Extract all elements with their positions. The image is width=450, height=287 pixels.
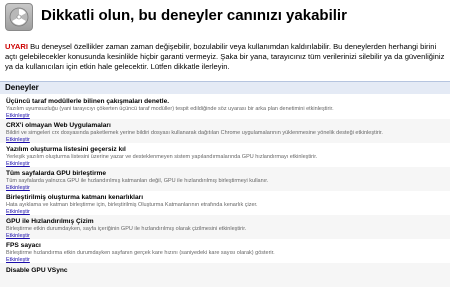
page-header: Dikkatli olun, bu deneyler canınızı yaka… [0, 0, 450, 36]
experiment-description: Birleştirme etkin durumdayken, sayfa içe… [6, 226, 247, 232]
section-title: Deneyler [5, 83, 39, 92]
experiment-item: CRX'i olmayan Web Uygulamaları Bildiri v… [0, 119, 450, 143]
experiment-name: Tüm sayfalarda GPU birleştirme [6, 170, 107, 177]
section-header: Deneyler [0, 81, 450, 94]
radiation-symbol-icon [9, 7, 29, 27]
warning-text: UYARI Bu deneysel özellikler zaman zaman… [5, 42, 449, 72]
experiment-description: Hata ayıklama ve katman birleştirme için… [6, 202, 258, 208]
experiment-name: Üçüncü taraf modüllerle bilinen çakışmal… [6, 98, 170, 105]
experiment-description: Birleştirme hızlandırma etkin durumdayke… [6, 250, 275, 256]
experiment-item: Üçüncü taraf modüllerle bilinen çakışmal… [0, 95, 450, 119]
experiment-name: Birleştirilmiş oluşturma katmanı kenarlı… [6, 194, 144, 201]
experiment-item: GPU ile Hızlandırılmış Çizim Birleştirme… [0, 215, 450, 239]
experiment-description: Yerleşik yazılım oluşturma listesini üze… [6, 154, 318, 160]
experiment-description: Tüm sayfalarda yalnızca GPU ile hızlandı… [6, 178, 269, 184]
experiment-name: Yazılım oluşturma listesini geçersiz kıl [6, 146, 126, 153]
experiment-description: Bildiri ve simgeleri crx dosyasında pake… [6, 130, 383, 136]
experiment-item: Birleştirilmiş oluşturma katmanı kenarlı… [0, 191, 450, 215]
experiment-name: Disable GPU VSync [6, 267, 68, 274]
warning-label: UYARI [5, 42, 28, 51]
experiment-item: Disable GPU VSync [0, 263, 450, 287]
radiation-icon [5, 3, 33, 31]
experiment-name: GPU ile Hızlandırılmış Çizim [6, 218, 94, 225]
experiment-description: Yazılım uyumsuzluğu (yani tarayıcıyı çök… [6, 106, 334, 112]
experiment-item: FPS sayacı Birleştirme hızlandırma etkin… [0, 239, 450, 263]
experiment-list: Üçüncü taraf modüllerle bilinen çakışmal… [0, 95, 450, 287]
warning-body: Bu deneysel özellikler zaman zaman değiş… [5, 42, 445, 71]
page-title: Dikkatli olun, bu deneyler canınızı yaka… [41, 7, 347, 24]
experiment-item: Tüm sayfalarda GPU birleştirme Tüm sayfa… [0, 167, 450, 191]
experiment-item: Yazılım oluşturma listesini geçersiz kıl… [0, 143, 450, 167]
experiment-name: FPS sayacı [6, 242, 41, 249]
experiment-name: CRX'i olmayan Web Uygulamaları [6, 122, 111, 129]
